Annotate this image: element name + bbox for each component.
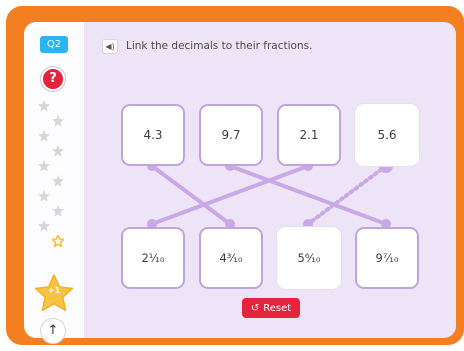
star-empty-icon bbox=[38, 220, 50, 232]
question-instruction: Link the decimals to their fractions. bbox=[126, 40, 313, 52]
star-empty-icon bbox=[38, 100, 50, 112]
star-empty-icon bbox=[38, 190, 50, 202]
reward-star-count: +1 bbox=[47, 286, 61, 295]
fraction-tile-9-7-10[interactable]: 9⁷⁄₁₀ bbox=[355, 227, 419, 289]
star-empty-icon bbox=[52, 115, 64, 127]
star-empty-icon bbox=[52, 145, 64, 157]
question-number-badge: Q2 bbox=[40, 36, 68, 53]
decimal-tile-4.3[interactable]: 4.3 bbox=[121, 104, 185, 166]
scroll-up-button[interactable]: ↑ bbox=[40, 318, 66, 344]
decimal-tile-9.7[interactable]: 9.7 bbox=[199, 104, 263, 166]
fraction-tile-5-6-10[interactable]: 5⁶⁄₁₀ bbox=[277, 227, 341, 289]
question-panel bbox=[84, 22, 456, 338]
speaker-icon[interactable]: ◀) bbox=[102, 39, 118, 54]
frame-tab-notch bbox=[76, 8, 140, 16]
star-empty-icon bbox=[52, 175, 64, 187]
star-empty-icon bbox=[38, 130, 50, 142]
decimal-tile-2.1[interactable]: 2.1 bbox=[277, 104, 341, 166]
reset-icon: ↺ bbox=[250, 302, 260, 314]
reset-button[interactable]: ↺ Reset bbox=[242, 298, 300, 318]
star-empty-icon bbox=[38, 160, 50, 172]
fraction-tile-2-1-10[interactable]: 2¹⁄₁₀ bbox=[121, 227, 185, 289]
fraction-tile-4-3-10[interactable]: 4³⁄₁₀ bbox=[199, 227, 263, 289]
star-empty-icon bbox=[52, 205, 64, 217]
reset-label: Reset bbox=[263, 302, 292, 314]
help-button[interactable]: ? bbox=[41, 67, 65, 91]
decimal-tile-5.6[interactable]: 5.6 bbox=[355, 104, 419, 166]
star-earned-icon bbox=[52, 235, 64, 247]
